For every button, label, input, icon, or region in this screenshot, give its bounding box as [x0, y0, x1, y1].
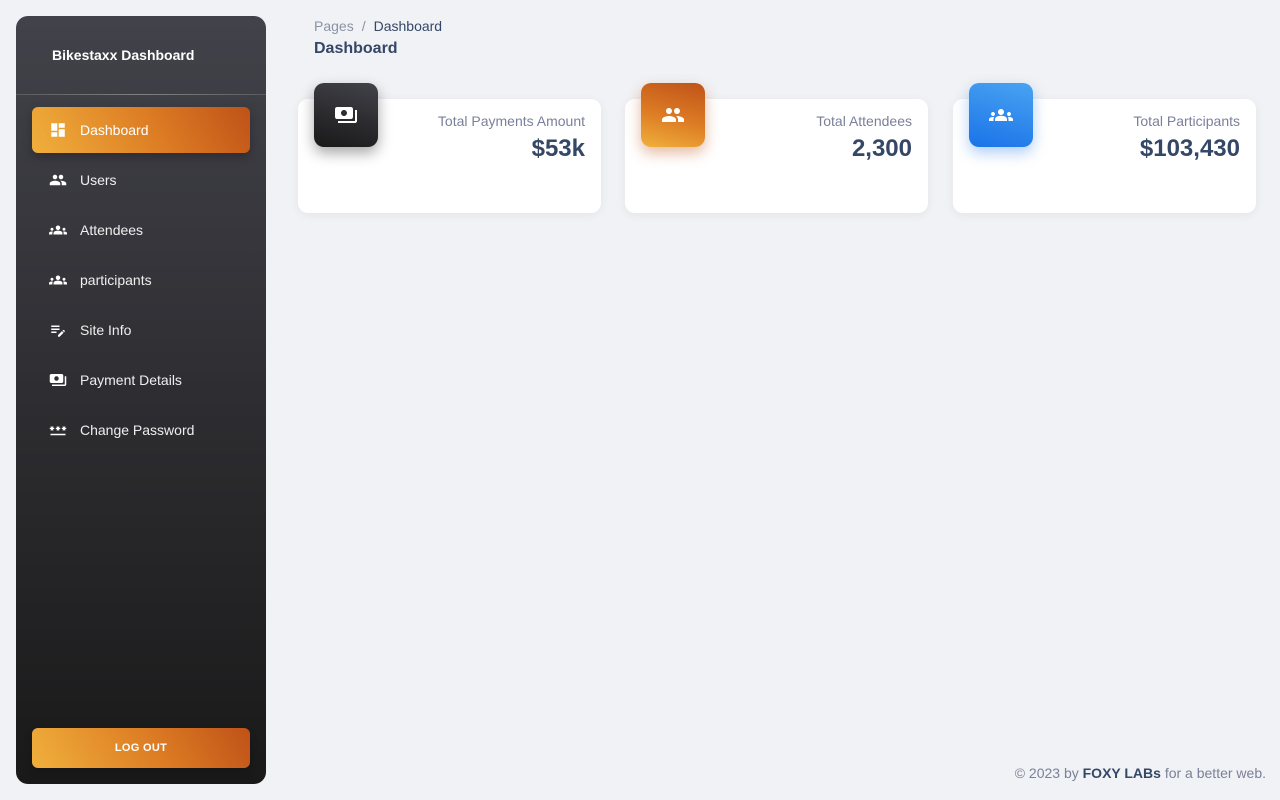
payments-icon [48, 370, 68, 390]
sidebar: Bikestaxx Dashboard Dashboard Users Atte… [16, 16, 266, 784]
groups-icon [969, 83, 1033, 147]
stat-label: Total Payments Amount [437, 113, 585, 129]
footer-suffix: for a better web. [1164, 765, 1266, 781]
sidebar-item-label: Dashboard [80, 122, 149, 138]
footer: © 2023 by FOXY LABs for a better web. [1015, 765, 1266, 781]
stat-value: 2,300 [851, 135, 912, 162]
password-icon [48, 420, 68, 440]
sidebar-item-users[interactable]: Users [32, 157, 250, 203]
sidebar-item-site-info[interactable]: Site Info [32, 307, 250, 353]
stat-label: Total Participants [1133, 113, 1240, 129]
stat-value: $103,430 [1139, 135, 1240, 162]
sidebar-item-label: Attendees [80, 222, 144, 238]
stat-card-attendees: Total Attendees 2,300 [625, 83, 928, 213]
breadcrumb: Pages / Dashboard [314, 18, 442, 34]
sidebar-item-label: Payment Details [80, 372, 182, 388]
payments-icon [314, 83, 378, 147]
sidebar-item-dashboard[interactable]: Dashboard [32, 107, 250, 153]
page-title: Dashboard [314, 40, 398, 57]
sidebar-item-participants[interactable]: participants [32, 257, 250, 303]
breadcrumb-root[interactable]: Pages [314, 18, 354, 34]
people-icon [641, 83, 705, 147]
sidebar-item-label: Users [80, 172, 117, 188]
breadcrumb-separator: / [361, 18, 366, 34]
logout-button[interactable]: LOG OUT [32, 728, 250, 768]
groups-icon [48, 270, 68, 290]
stat-label: Total Attendees [816, 113, 912, 129]
sidebar-item-label: Site Info [80, 322, 132, 338]
sidebar-divider [16, 94, 266, 95]
edit-note-icon [48, 320, 68, 340]
sidebar-nav: Dashboard Users Attendees participants S… [16, 107, 266, 453]
sidebar-item-label: Change Password [80, 422, 195, 438]
footer-prefix: © 2023 by [1014, 765, 1079, 781]
footer-brand-link[interactable]: FOXY LABs [1083, 765, 1161, 781]
stat-value: $53k [531, 135, 585, 162]
breadcrumb-current: Dashboard [373, 18, 443, 34]
sidebar-item-payment-details[interactable]: Payment Details [32, 357, 250, 403]
stat-card-payments: Total Payments Amount $53k [298, 83, 601, 213]
sidebar-item-change-password[interactable]: Change Password [32, 407, 250, 453]
stat-card-participants: Total Participants $103,430 [953, 83, 1256, 213]
dashboard-icon [48, 120, 68, 140]
groups-icon [48, 220, 68, 240]
people-icon [48, 170, 68, 190]
sidebar-item-label: participants [80, 272, 152, 288]
sidebar-item-attendees[interactable]: Attendees [32, 207, 250, 253]
brand-title[interactable]: Bikestaxx Dashboard [16, 16, 266, 94]
